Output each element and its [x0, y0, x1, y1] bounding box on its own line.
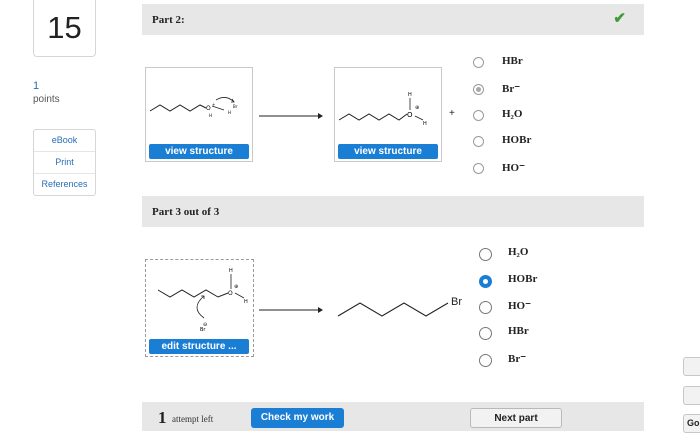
radio-button-selected[interactable]: [473, 84, 484, 95]
right-edge-button-go[interactable]: Go: [683, 414, 700, 433]
part2-product-structure: O ⊕ H H view structure: [334, 67, 442, 162]
ebook-button[interactable]: eBook: [34, 130, 95, 152]
reaction-arrow-icon: [259, 113, 323, 119]
reactant-molecule-drawing: O + H Br H: [149, 97, 238, 118]
option-label: HBr: [508, 325, 529, 337]
option-label: HOBr: [502, 134, 532, 146]
option-label: Br⁻: [508, 353, 527, 365]
svg-text:⊕: ⊕: [234, 284, 238, 290]
svg-text:H: H: [423, 121, 427, 127]
radio-button[interactable]: [479, 327, 492, 340]
attempts-label: attempt left: [172, 414, 214, 424]
svg-text:H: H: [228, 110, 231, 115]
svg-text:⊕: ⊕: [415, 105, 419, 111]
svg-text:Br: Br: [233, 104, 238, 109]
part3-header: Part 3 out of 3: [142, 196, 644, 227]
oxonium-molecule-drawing: O ⊕ H H: [338, 92, 427, 127]
svg-text:O: O: [407, 111, 413, 119]
radio-button[interactable]: [473, 163, 484, 174]
resources-panel: eBook Print References: [33, 129, 96, 196]
option-label: H₂O: [502, 108, 523, 120]
option-label: H₂O: [508, 246, 529, 258]
svg-text:H: H: [209, 113, 212, 118]
radio-button[interactable]: [479, 354, 492, 367]
references-button[interactable]: References: [34, 174, 95, 195]
option-label: HO⁻: [502, 162, 525, 174]
part3-reactant-editor[interactable]: O ⊕ H H ⊖ Br edit structure ...: [145, 259, 254, 357]
question-number: 15: [47, 10, 82, 45]
part3-title: Part 3 out of 3: [152, 206, 220, 218]
right-edge-button-2[interactable]: [683, 386, 700, 405]
checkmark-icon: ✔: [613, 10, 626, 27]
radio-button-selected[interactable]: [479, 275, 492, 288]
points-value: 1: [33, 80, 40, 92]
plus-sign: +: [449, 108, 455, 119]
svg-text:H: H: [229, 268, 233, 274]
option-label: HOBr: [508, 273, 538, 285]
svg-text:Br: Br: [200, 327, 206, 333]
reaction-arrow-icon: [259, 307, 323, 313]
option-label: Br⁻: [502, 83, 521, 95]
check-my-work-button[interactable]: Check my work: [251, 408, 344, 428]
print-button[interactable]: Print: [34, 152, 95, 174]
radio-button[interactable]: [479, 248, 492, 261]
svg-text:O: O: [206, 105, 211, 112]
option-label: HO⁻: [508, 300, 531, 312]
attempts-count: 1: [158, 408, 167, 427]
next-part-button[interactable]: Next part: [470, 408, 562, 428]
svg-text:H: H: [408, 92, 412, 98]
radio-button[interactable]: [479, 301, 492, 314]
option-label: HBr: [502, 55, 523, 67]
svg-text:H: H: [244, 299, 248, 305]
bromopentane-drawing: [337, 302, 449, 317]
points-label: points: [33, 94, 60, 105]
radio-button[interactable]: [473, 136, 484, 147]
part2-title: Part 2:: [152, 14, 185, 26]
question-number-box: 15: [33, 0, 96, 57]
product-bromine-label: Br: [451, 296, 462, 308]
footer-bar: 1 attempt left Check my work Next part: [142, 402, 644, 431]
radio-button[interactable]: [473, 110, 484, 121]
view-structure-button-right[interactable]: view structure: [338, 144, 438, 159]
edit-structure-button[interactable]: edit structure ...: [149, 339, 249, 354]
view-structure-button-left[interactable]: view structure: [149, 144, 249, 159]
radio-button[interactable]: [473, 57, 484, 68]
part2-header: Part 2: ✔: [142, 4, 644, 35]
part2-reactant-structure: O + H Br H view structure: [145, 67, 253, 162]
right-edge-button-1[interactable]: [683, 357, 700, 376]
svg-text:O: O: [228, 290, 233, 297]
oxonium-bromide-drawing: O ⊕ H H ⊖ Br: [157, 268, 248, 333]
